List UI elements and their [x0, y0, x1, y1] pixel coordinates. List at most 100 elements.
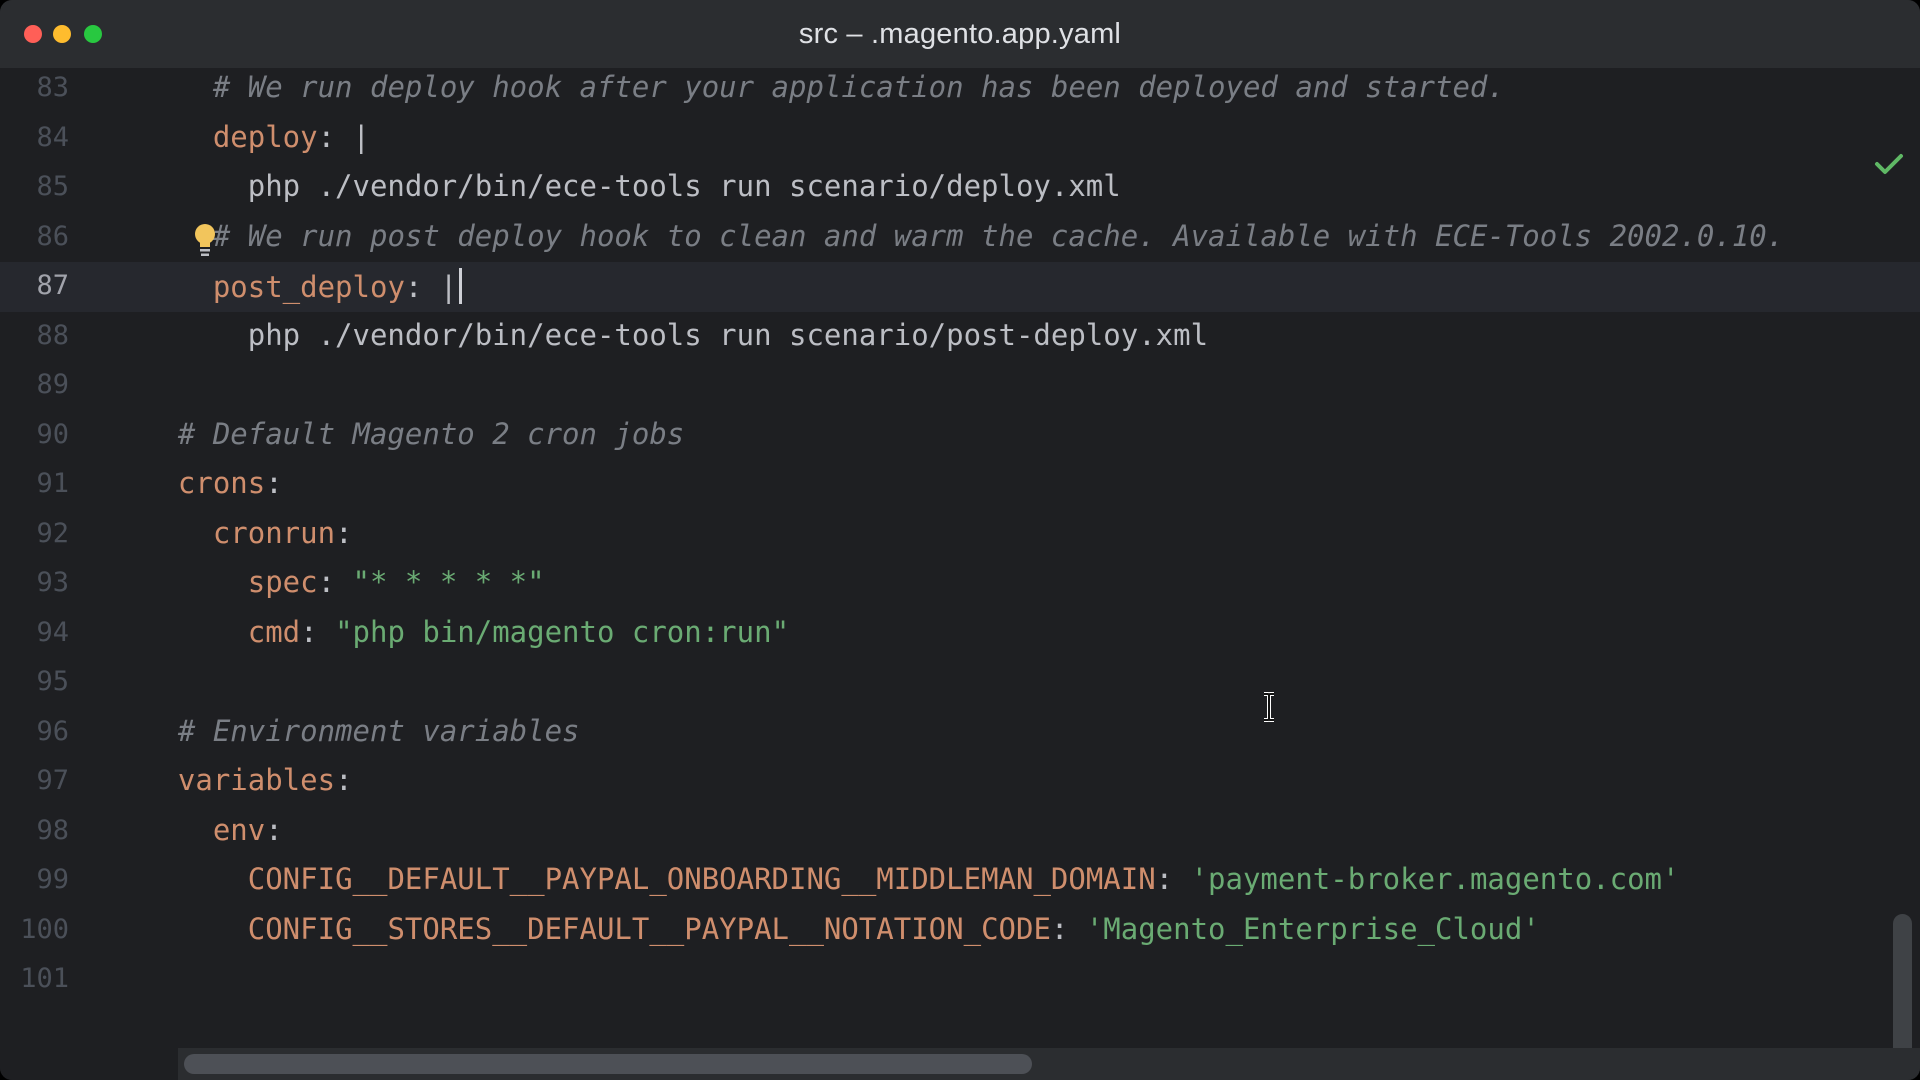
code-token: : | [404, 270, 458, 304]
line-number: 83 [36, 72, 69, 103]
code-token: variables [177, 763, 336, 797]
code-line-87[interactable]: 87 post_deploy: | [0, 262, 1920, 312]
code-text[interactable]: # We run post deploy hook to clean and w… [143, 219, 1784, 253]
code-token: "php bin/magento cron:run" [335, 614, 790, 649]
code-text[interactable]: crons: [143, 466, 283, 500]
line-number: 90 [36, 418, 69, 450]
code-token: : [265, 466, 283, 500]
code-token: : [317, 565, 353, 599]
line-number: 101 [20, 963, 69, 994]
line-number: 88 [36, 319, 69, 351]
code-text[interactable]: deploy: | [143, 120, 370, 154]
code-line-101[interactable]: 101 [0, 955, 1920, 1005]
code-text[interactable]: php ./vendor/bin/ece-tools run scenario/… [143, 318, 1208, 352]
code-line-84[interactable]: 84 deploy: | [0, 114, 1920, 164]
code-token: # Default Magento 2 cron jobs [177, 416, 685, 451]
code-token: php ./vendor/bin/ece-tools run scenario/… [143, 169, 1121, 203]
title-bar[interactable]: src – .magento.app.yaml [0, 0, 1920, 69]
code-editor[interactable]: 83 # We run deploy hook after your appli… [0, 68, 1920, 1080]
code-token: post_deploy [212, 270, 405, 304]
code-token: : [1155, 862, 1191, 896]
code-line-96[interactable]: 96 # Environment variables [0, 708, 1920, 758]
code-text[interactable]: variables: [143, 763, 353, 797]
code-line-93[interactable]: 93 spec: "* * * * *" [0, 559, 1920, 609]
code-line-91[interactable]: 91 crons: [0, 460, 1920, 510]
horizontal-scrollbar[interactable] [184, 1054, 1032, 1074]
code-line-86[interactable]: 86 # We run post deploy hook to clean an… [0, 213, 1920, 263]
code-token: : [335, 763, 353, 797]
text-caret [459, 268, 463, 304]
text-cursor-icon [1264, 692, 1274, 722]
code-token: spec [247, 565, 318, 599]
code-line-89[interactable]: 89 [0, 361, 1920, 411]
line-number: 94 [36, 616, 69, 648]
code-token: : [265, 812, 283, 847]
code-token: deploy [212, 119, 318, 154]
line-number: 99 [36, 864, 69, 895]
code-token: : [335, 515, 353, 550]
code-text[interactable]: spec: "* * * * *" [143, 565, 545, 599]
line-number: 89 [36, 369, 69, 400]
code-token: # We run post deploy hook to clean and w… [212, 218, 1785, 253]
code-line-88[interactable]: 88 php ./vendor/bin/ece-tools run scenar… [0, 312, 1920, 362]
code-text[interactable]: php ./vendor/bin/ece-tools run scenario/… [143, 169, 1121, 203]
line-number: 84 [36, 121, 69, 153]
code-text[interactable]: # We run deploy hook after your applicat… [143, 70, 1505, 104]
code-text[interactable]: # Default Magento 2 cron jobs [143, 417, 684, 451]
code-line-90[interactable]: 90 # Default Magento 2 cron jobs [0, 411, 1920, 461]
code-text[interactable]: cmd: "php bin/magento cron:run" [143, 615, 789, 649]
code-token: env [212, 812, 266, 847]
code-token: : | [317, 119, 370, 154]
line-number: 85 [36, 171, 69, 202]
line-number: 87 [36, 270, 69, 301]
code-line-95[interactable]: 95 [0, 658, 1920, 708]
code-line-99[interactable]: 99 CONFIG__DEFAULT__PAYPAL_ONBOARDING__M… [0, 856, 1920, 906]
line-number: 100 [20, 913, 69, 945]
code-token: php ./vendor/bin/ece-tools run scenario/… [143, 317, 1209, 352]
code-line-100[interactable]: 100 CONFIG__STORES__DEFAULT__PAYPAL__NOT… [0, 906, 1920, 956]
code-text[interactable]: env: [143, 813, 283, 847]
line-number: 91 [36, 468, 69, 499]
code-token: "* * * * *" [352, 565, 545, 599]
line-number: 98 [36, 814, 69, 846]
code-text[interactable]: CONFIG__STORES__DEFAULT__PAYPAL__NOTATIO… [143, 912, 1540, 946]
code-token: : [300, 614, 336, 649]
code-line-85[interactable]: 85 php ./vendor/bin/ece-tools run scenar… [0, 163, 1920, 213]
line-number: 95 [36, 666, 69, 697]
code-text[interactable]: CONFIG__DEFAULT__PAYPAL_ONBOARDING__MIDD… [143, 862, 1680, 896]
code-token: 'Magento_Enterprise_Cloud' [1085, 911, 1540, 946]
code-token: # Environment variables [177, 713, 580, 748]
line-number: 92 [36, 517, 69, 549]
code-line-92[interactable]: 92 cronrun: [0, 510, 1920, 560]
line-number: 97 [36, 765, 69, 796]
code-token: crons [177, 466, 266, 500]
line-number: 93 [36, 567, 69, 598]
ide-window: src – .magento.app.yaml 83 # We run depl… [0, 0, 1920, 1080]
code-line-94[interactable]: 94 cmd: "php bin/magento cron:run" [0, 609, 1920, 659]
code-text[interactable]: # Environment variables [143, 714, 580, 748]
code-token: : [1050, 911, 1086, 946]
code-token: CONFIG__DEFAULT__PAYPAL_ONBOARDING__MIDD… [247, 862, 1156, 896]
code-token: cmd [247, 614, 301, 649]
code-token: CONFIG__STORES__DEFAULT__PAYPAL__NOTATIO… [247, 911, 1051, 946]
code-line-98[interactable]: 98 env: [0, 807, 1920, 857]
code-line-83[interactable]: 83 # We run deploy hook after your appli… [0, 64, 1920, 114]
line-number: 86 [36, 220, 69, 252]
code-text[interactable]: cronrun: [143, 516, 353, 550]
code-text[interactable]: post_deploy: | [143, 268, 463, 304]
line-number: 96 [36, 715, 69, 747]
code-line-97[interactable]: 97 variables: [0, 757, 1920, 807]
lightbulb-icon[interactable] [193, 223, 217, 257]
